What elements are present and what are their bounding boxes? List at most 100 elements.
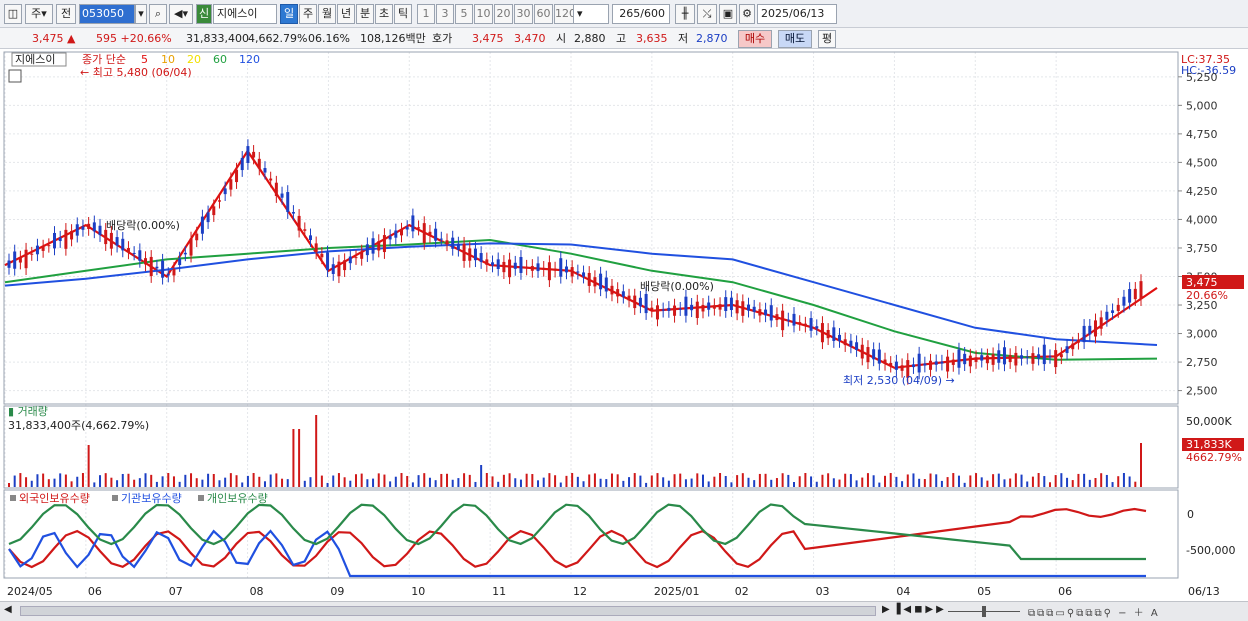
volume-bar <box>1140 443 1142 487</box>
volume-bar <box>1088 479 1091 487</box>
candle-body <box>513 262 517 269</box>
volume-bar <box>525 473 528 487</box>
volume-bar <box>252 473 255 487</box>
eval-button[interactable]: 평 <box>818 30 836 48</box>
candle-body <box>87 223 91 229</box>
trend-icon[interactable]: ⤯ <box>697 4 717 24</box>
save-icon[interactable]: ▣ <box>719 4 737 24</box>
candle-body <box>741 301 745 316</box>
volume-bar <box>895 476 898 487</box>
volume-bar <box>480 465 483 487</box>
interval-button[interactable]: 5 <box>455 4 473 24</box>
timeframe-button[interactable]: 주 <box>299 4 317 24</box>
timeframe-button[interactable]: 분 <box>356 4 374 24</box>
timeframe-button[interactable]: 년 <box>337 4 355 24</box>
volume-bar <box>81 473 84 487</box>
interval-button[interactable]: 10 <box>474 4 493 24</box>
period-type-select[interactable]: 주▾ <box>25 4 53 24</box>
volume-bar <box>554 475 557 487</box>
count-field[interactable]: 265/600 <box>612 4 670 24</box>
candle-body <box>735 300 739 314</box>
interval-input[interactable]: ▾ <box>573 4 609 24</box>
volume-bar <box>963 482 966 487</box>
volume-bar <box>349 480 352 487</box>
volume-bar <box>667 480 670 487</box>
stock-name-field[interactable]: 지에스이 <box>213 4 277 24</box>
timeframe-button[interactable]: 초 <box>375 4 393 24</box>
timeframe-button[interactable]: 월 <box>318 4 336 24</box>
volume-bar <box>878 482 881 487</box>
volume-bar <box>508 473 511 487</box>
volume-bar <box>821 474 824 487</box>
volume-bar <box>571 473 574 487</box>
volume-bar <box>229 473 232 487</box>
chart-area[interactable]: 지에스이 종가 단순 5 10 20 60 120 ← 최고 5,480 (06/04)… <box>0 49 1248 601</box>
chevron-down-icon[interactable]: ▾ <box>135 4 147 24</box>
candle-body <box>473 248 477 261</box>
interval-button[interactable]: 3 <box>436 4 454 24</box>
candle-body <box>701 304 705 312</box>
volume-bar <box>997 473 1000 487</box>
candle-body <box>576 271 580 273</box>
scroll-left-icon[interactable]: ◀ <box>4 604 18 618</box>
stock-code-input[interactable]: 053050 <box>79 4 135 24</box>
price-tick-label: 4,250 <box>1186 185 1218 198</box>
volume-bar <box>468 474 471 487</box>
timeframe-button[interactable]: 일 <box>280 4 298 24</box>
volume-bar <box>1128 476 1131 487</box>
date-field[interactable]: 2025/06/13 <box>757 4 837 24</box>
low-annotation-text: 최저 2,530 (04/09) <box>843 374 942 387</box>
volume-title: ▮ 거래량 <box>8 405 48 418</box>
candle-body <box>411 215 415 232</box>
volume-bar <box>42 473 45 487</box>
candle-body <box>41 246 45 251</box>
volume-bar <box>275 473 278 487</box>
volume-bar <box>286 479 289 487</box>
scroll-bar[interactable]: ◀ ▶▐◀◼▶▶ ⧉⧉⧉▭⚲⧉⧉⧉⚲ − ＋ A <box>0 601 1248 621</box>
timeframe-button[interactable]: 틱 <box>394 4 412 24</box>
candle-body <box>144 258 148 265</box>
volume-tick: 50,000K <box>1186 415 1232 428</box>
interval-button[interactable]: 1 <box>417 4 435 24</box>
playback-controls[interactable]: ▶▐◀◼▶▶ <box>882 604 947 615</box>
sell-button[interactable]: 매도 <box>778 30 812 48</box>
prev-button[interactable]: 전 <box>56 4 76 24</box>
candle-body <box>70 231 74 240</box>
volume-bar <box>497 481 500 487</box>
candle-body <box>1020 355 1024 359</box>
view-tool-icons[interactable]: ⧉⧉⧉▭⚲⧉⧉⧉⚲ − ＋ A <box>1028 604 1160 619</box>
interval-button[interactable]: 60 <box>534 4 553 24</box>
candle-body <box>172 269 176 276</box>
gear-icon[interactable]: ⚙ <box>739 4 755 24</box>
candle-body <box>1031 353 1035 364</box>
candle-body <box>348 256 352 264</box>
volume-bar <box>946 477 949 487</box>
buy-button[interactable]: 매수 <box>738 30 772 48</box>
x-tick-label: 2024/05 <box>7 585 53 598</box>
interval-button[interactable]: 30 <box>514 4 533 24</box>
candle-body <box>889 362 893 366</box>
ma-legend-item: 120 <box>239 53 260 66</box>
volume-bar <box>542 477 545 487</box>
calculator-icon[interactable] <box>8 69 22 83</box>
layout-icon[interactable]: ◫ <box>4 4 22 24</box>
volume-bar <box>992 474 995 487</box>
candle-body <box>451 237 455 249</box>
candle-body <box>1014 352 1018 366</box>
speaker-icon[interactable]: ◀▾ <box>169 4 193 24</box>
candle-body <box>610 285 614 295</box>
interval-button[interactable]: 20 <box>494 4 513 24</box>
candle-body <box>428 231 432 236</box>
volume-percent: 4,662.79% <box>248 32 308 45</box>
candle-icon[interactable]: ╫ <box>675 4 695 24</box>
candle-body <box>400 229 404 236</box>
candle-body <box>229 179 233 190</box>
volume-bar <box>593 473 596 487</box>
candle-body <box>434 228 438 241</box>
candle-body <box>508 259 512 278</box>
scroll-track[interactable] <box>20 606 876 616</box>
quote-bar: 3,475 ▲ 595 +20.66% 31,833,400 4,662.79%… <box>0 28 1248 49</box>
zoom-slider-handle[interactable] <box>982 606 986 617</box>
candle-body <box>53 232 57 249</box>
search-icon[interactable]: ⌕ <box>149 4 167 24</box>
